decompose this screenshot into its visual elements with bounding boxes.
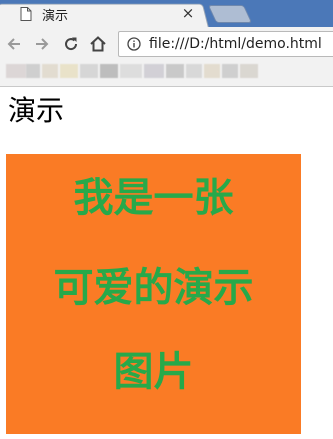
reload-icon — [65, 37, 78, 51]
new-tab-button[interactable] — [207, 5, 253, 23]
home-button[interactable] — [88, 34, 108, 54]
forward-button[interactable] — [32, 34, 52, 54]
url-text[interactable]: file:///D:/html/demo.html — [149, 36, 322, 52]
bookmark-item[interactable] — [204, 64, 220, 78]
page-heading: 演示 — [8, 94, 65, 127]
page-icon — [20, 7, 32, 21]
tab-title: 演示 — [42, 8, 69, 24]
address-bar[interactable]: file:///D:/html/demo.html — [118, 31, 333, 57]
bookmark-item[interactable] — [240, 64, 258, 78]
bookmarks-bar — [0, 61, 333, 81]
back-button[interactable] — [4, 34, 24, 54]
image-text-line-1: 我是一张 — [73, 175, 234, 221]
bookmark-item[interactable] — [120, 64, 142, 78]
close-tab-icon[interactable]: × — [180, 4, 196, 22]
page-content: 演示 我是一张 可爱的演示 图片 — [0, 87, 333, 439]
info-icon[interactable] — [127, 37, 141, 51]
image-text-line-2: 可爱的演示 — [53, 265, 254, 311]
bookmark-item[interactable] — [186, 64, 202, 78]
tab-strip: 演示 × — [0, 0, 333, 28]
toolbar: file:///D:/html/demo.html — [0, 27, 333, 61]
bookmark-item[interactable] — [100, 64, 118, 78]
reload-button[interactable] — [61, 34, 81, 54]
bookmark-item[interactable] — [222, 64, 238, 78]
image-text-line-3: 图片 — [113, 349, 194, 395]
demo-image: 我是一张 可爱的演示 图片 — [6, 154, 301, 434]
bookmark-item[interactable] — [144, 64, 164, 78]
arrow-right-icon — [36, 38, 49, 50]
bookmark-item[interactable] — [166, 64, 184, 78]
arrow-left-icon — [7, 38, 20, 50]
bookmark-item[interactable] — [60, 64, 78, 78]
bookmark-item[interactable] — [6, 64, 26, 78]
tab-demo[interactable]: 演示 — [20, 4, 200, 24]
bookmark-item[interactable] — [42, 64, 58, 78]
browser-window: 演示 × file:///D:/html/demo.html 演示 我是一张 可… — [0, 0, 333, 439]
bookmark-item[interactable] — [80, 64, 98, 78]
home-icon — [90, 36, 106, 52]
bookmark-item[interactable] — [26, 64, 40, 78]
